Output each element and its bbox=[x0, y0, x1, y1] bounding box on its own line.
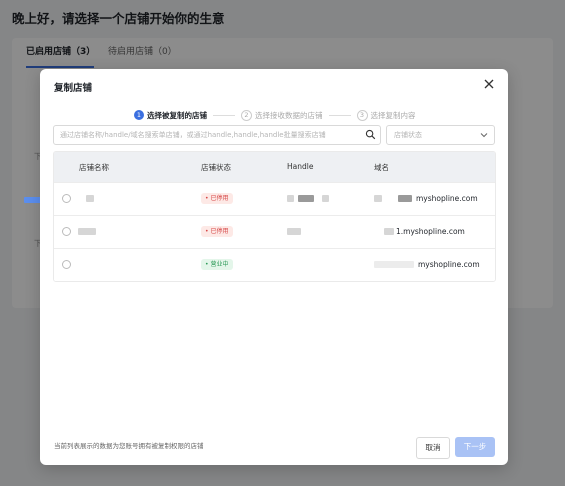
table-row[interactable]: • 已停用 myshopline.com bbox=[54, 182, 495, 215]
column-handle: Handle bbox=[287, 162, 314, 171]
step-number: 2 bbox=[241, 109, 252, 121]
store-table: 店铺名称 店铺状态 Handle 域名 • 已停用 myshopline.com… bbox=[53, 151, 496, 282]
row-radio[interactable] bbox=[62, 260, 71, 269]
store-domain: myshopline.com bbox=[418, 260, 480, 269]
handle-redacted bbox=[322, 195, 329, 202]
status-select-placeholder: 店铺状态 bbox=[394, 131, 422, 139]
footer-note: 当前列表展示的数据为您账号拥有被复制权限的店铺 bbox=[54, 442, 204, 450]
table-row[interactable]: • 营业中 myshopline.com bbox=[54, 248, 495, 281]
close-icon bbox=[484, 79, 494, 89]
column-domain: 域名 bbox=[374, 163, 389, 172]
step-label: 选择被复制的店铺 bbox=[147, 110, 207, 120]
step-1: 1 选择被复制的店铺 bbox=[134, 110, 207, 121]
next-button[interactable]: 下一步 bbox=[455, 437, 495, 457]
store-domain: 1.myshopline.com bbox=[396, 227, 465, 236]
handle-redacted bbox=[287, 228, 301, 235]
store-name-redacted bbox=[78, 228, 96, 235]
status-badge: • 已停用 bbox=[201, 193, 234, 204]
search-icon[interactable] bbox=[365, 129, 376, 140]
row-radio[interactable] bbox=[62, 227, 71, 236]
store-domain: myshopline.com bbox=[416, 194, 478, 203]
step-label: 选择接收数据的店铺 bbox=[255, 110, 323, 120]
domain-redacted bbox=[384, 228, 394, 235]
dialog-title: 复制店铺 bbox=[54, 83, 93, 94]
store-status-select[interactable]: 店铺状态 bbox=[386, 125, 495, 145]
status-badge: • 已停用 bbox=[201, 226, 234, 237]
store-name-redacted bbox=[86, 195, 94, 202]
domain-redacted bbox=[398, 195, 412, 202]
column-store-name: 店铺名称 bbox=[79, 163, 109, 172]
stepper: 1 选择被复制的店铺 2 选择接收数据的店铺 3 选择复制内容 bbox=[134, 108, 416, 122]
column-store-status: 店铺状态 bbox=[201, 163, 231, 172]
chevron-down-icon bbox=[480, 133, 488, 138]
step-label: 选择复制内容 bbox=[370, 110, 416, 120]
table-header: 店铺名称 店铺状态 Handle 域名 bbox=[54, 152, 495, 182]
store-search-input[interactable] bbox=[60, 128, 360, 141]
store-search-box bbox=[53, 125, 381, 145]
handle-redacted bbox=[287, 195, 294, 202]
close-button[interactable] bbox=[482, 77, 496, 91]
step-number: 1 bbox=[134, 110, 144, 120]
status-badge: • 营业中 bbox=[201, 259, 234, 270]
step-number: 3 bbox=[356, 109, 368, 121]
domain-redacted bbox=[374, 195, 382, 202]
step-divider bbox=[213, 114, 235, 116]
table-row[interactable]: • 已停用 1.myshopline.com bbox=[54, 215, 495, 248]
step-2: 2 选择接收数据的店铺 bbox=[241, 109, 323, 121]
step-divider bbox=[328, 114, 351, 116]
domain-redacted bbox=[374, 261, 414, 268]
cancel-button[interactable]: 取消 bbox=[416, 437, 450, 459]
handle-redacted bbox=[298, 195, 314, 202]
row-radio[interactable] bbox=[62, 194, 71, 203]
copy-store-dialog: 复制店铺 1 选择被复制的店铺 2 选择接收数据的店铺 3 选择复制内容 店铺状… bbox=[40, 69, 508, 465]
step-3: 3 选择复制内容 bbox=[356, 109, 416, 121]
